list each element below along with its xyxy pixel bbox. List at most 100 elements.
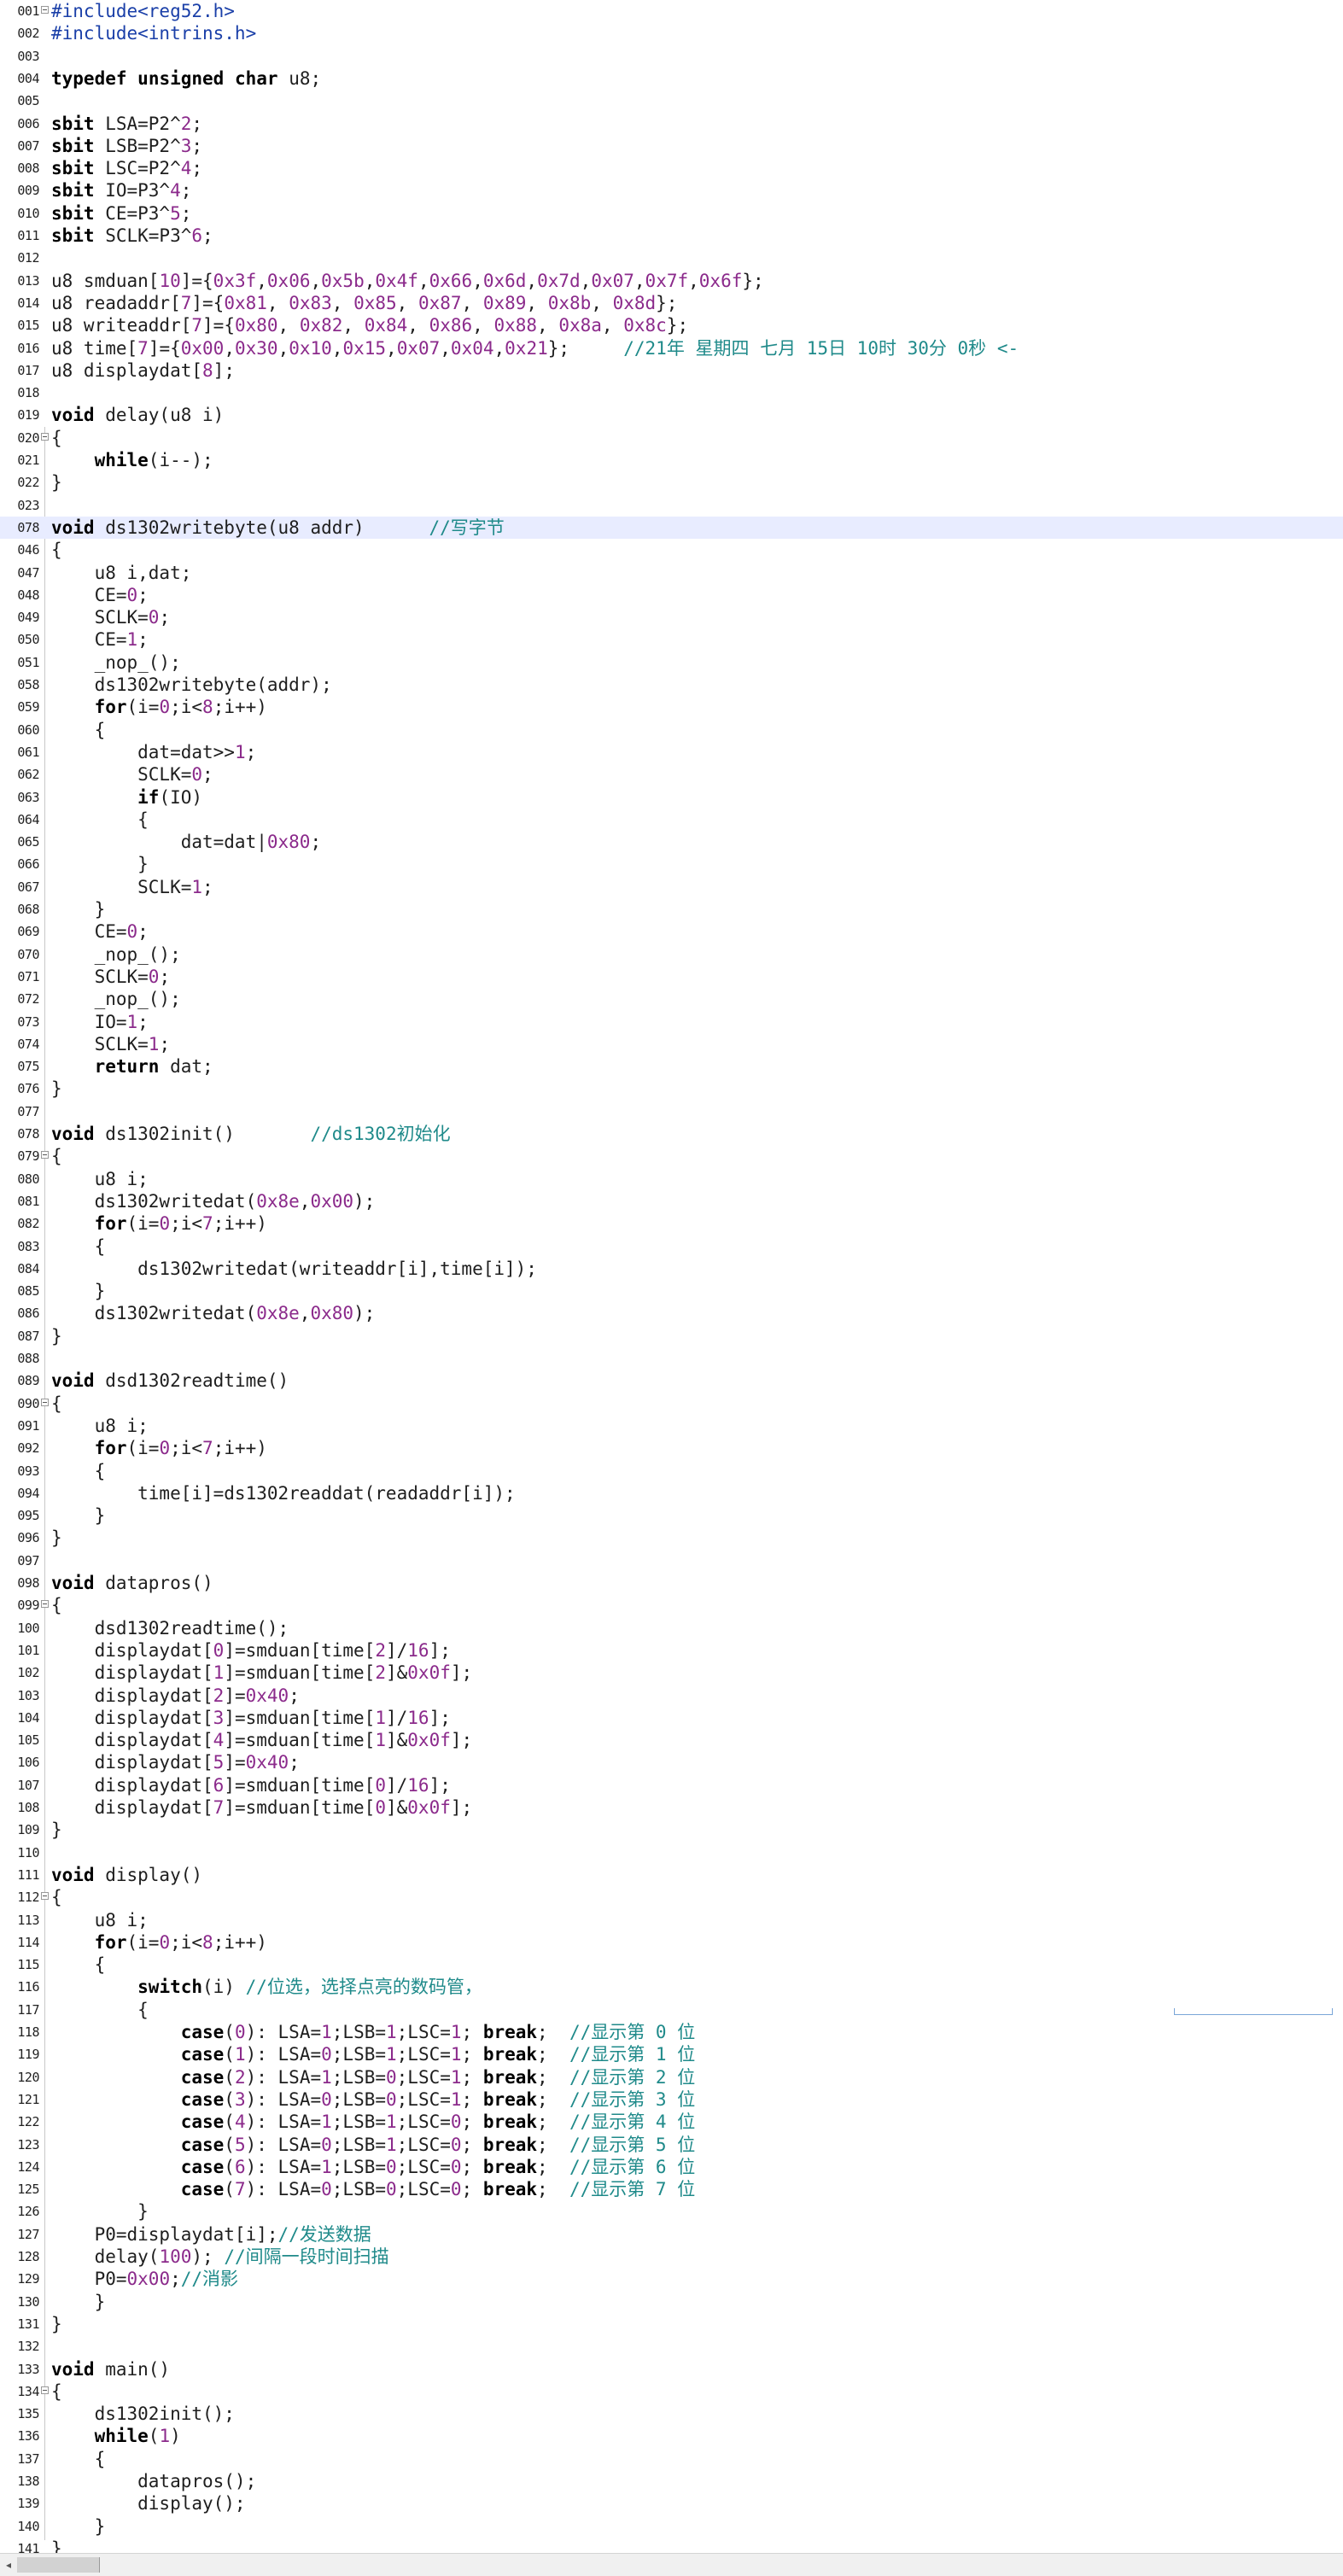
code-line[interactable]: 107 displaydat[6]=smduan[time[0]/16]; bbox=[0, 1774, 1343, 1796]
code-line[interactable]: 061 dat=dat>>1; bbox=[0, 741, 1343, 763]
fold-toggle-icon[interactable] bbox=[41, 1886, 50, 1908]
code-line[interactable]: 017 u8 displaydat[8]; bbox=[0, 359, 1343, 382]
code-line[interactable]: 099 { bbox=[0, 1594, 1343, 1616]
code-line[interactable]: 004 typedef unsigned char u8; bbox=[0, 67, 1343, 90]
code-line[interactable]: 075 return dat; bbox=[0, 1055, 1343, 1078]
code-line[interactable]: 009 sbit IO=P3^4; bbox=[0, 179, 1343, 202]
code-editor[interactable]: 001 #include<reg52.h> 002 #include<intrins.… bbox=[0, 0, 1343, 2559]
code-line[interactable]: 125 case(7): LSA=0;LSB=0;LSC=0; break; /… bbox=[0, 2178, 1343, 2200]
code-line[interactable]: 102 displaydat[1]=smduan[time[2]&0x0f]; bbox=[0, 1662, 1343, 1684]
code-line[interactable]: 122 case(4): LSA=1;LSB=1;LSC=0; break; /… bbox=[0, 2111, 1343, 2133]
code-line[interactable]: 133 void main() bbox=[0, 2358, 1343, 2380]
code-line[interactable]: 098 void datapros() bbox=[0, 1572, 1343, 1594]
code-line[interactable]: 050 CE=1; bbox=[0, 628, 1343, 651]
code-line[interactable]: 006 sbit LSA=P2^2; bbox=[0, 113, 1343, 135]
code-line[interactable]: 138 datapros(); bbox=[0, 2470, 1343, 2492]
code-line[interactable]: 078 void ds1302init() //ds1302初始化 bbox=[0, 1123, 1343, 1145]
code-line[interactable]: 019 void delay(u8 i) bbox=[0, 404, 1343, 426]
code-line[interactable]: 115 { bbox=[0, 1954, 1343, 1976]
code-line[interactable]: 134 { bbox=[0, 2380, 1343, 2403]
code-line[interactable]: 090 { bbox=[0, 1393, 1343, 1415]
code-line[interactable]: 127 P0=displaydat[i];//发送数据 bbox=[0, 2223, 1343, 2246]
code-line[interactable]: 003 bbox=[0, 45, 1343, 67]
code-line[interactable]: 137 { bbox=[0, 2448, 1343, 2470]
code-line[interactable]: 023 bbox=[0, 494, 1343, 517]
code-line[interactable]: 059 for(i=0;i<8;i++) bbox=[0, 696, 1343, 718]
code-line[interactable]: 016 u8 time[7]={0x00,0x30,0x10,0x15,0x07,… bbox=[0, 337, 1343, 359]
code-line[interactable]: 002 #include<intrins.h> bbox=[0, 22, 1343, 44]
code-line[interactable]: 058 ds1302writebyte(addr); bbox=[0, 674, 1343, 696]
fold-toggle-icon[interactable] bbox=[41, 1145, 50, 1167]
code-line[interactable]: 076} bbox=[0, 1078, 1343, 1100]
code-line[interactable]: 074 SCLK=1; bbox=[0, 1033, 1343, 1055]
code-line[interactable]: 077 bbox=[0, 1101, 1343, 1123]
code-line[interactable]: 089 void dsd1302readtime() bbox=[0, 1370, 1343, 1392]
code-line[interactable]: 046 { bbox=[0, 539, 1343, 561]
code-line[interactable]: 113 u8 i; bbox=[0, 1909, 1343, 1931]
code-line[interactable]: 139 display(); bbox=[0, 2492, 1343, 2515]
code-line[interactable]: 078 void ds1302writebyte(u8 addr) //写字节 bbox=[0, 516, 1343, 540]
horizontal-scrollbar[interactable]: ◂ bbox=[0, 2553, 1343, 2576]
code-line[interactable]: 066 } bbox=[0, 853, 1343, 875]
scroll-left-icon[interactable]: ◂ bbox=[2, 2557, 15, 2573]
code-line[interactable]: 086 ds1302writedat(0x8e,0x80); bbox=[0, 1302, 1343, 1324]
code-line[interactable]: 063 if(IO) bbox=[0, 786, 1343, 809]
code-line[interactable]: 048 CE=0; bbox=[0, 584, 1343, 606]
code-line[interactable]: 082 for(i=0;i<7;i++) bbox=[0, 1212, 1343, 1235]
code-line[interactable]: 012 bbox=[0, 247, 1343, 269]
code-line[interactable]: 132 bbox=[0, 2335, 1343, 2357]
code-line[interactable]: 124 case(6): LSA=1;LSB=0;LSC=0; break; /… bbox=[0, 2156, 1343, 2178]
code-line[interactable]: 014 u8 readaddr[7]={0x81, 0x83, 0x85, 0x8… bbox=[0, 292, 1343, 314]
code-line[interactable]: 085 } bbox=[0, 1280, 1343, 1302]
code-line[interactable]: 119 case(1): LSA=0;LSB=1;LSC=1; break; /… bbox=[0, 2043, 1343, 2065]
code-line[interactable]: 116 switch(i) //位选，选择点亮的数码管， bbox=[0, 1976, 1343, 1998]
code-line[interactable]: 123 case(5): LSA=0;LSB=1;LSC=0; break; /… bbox=[0, 2134, 1343, 2156]
code-line[interactable]: 079 { bbox=[0, 1145, 1343, 1167]
code-line[interactable]: 020 { bbox=[0, 427, 1343, 449]
code-line[interactable]: 011 sbit SCLK=P3^6; bbox=[0, 225, 1343, 247]
code-line[interactable]: 121 case(3): LSA=0;LSB=0;LSC=1; break; /… bbox=[0, 2088, 1343, 2111]
code-line[interactable]: 067 SCLK=1; bbox=[0, 876, 1343, 898]
code-line[interactable]: 072 _nop_(); bbox=[0, 988, 1343, 1010]
fold-toggle-icon[interactable] bbox=[41, 1393, 50, 1415]
code-line[interactable]: 110 bbox=[0, 1842, 1343, 1864]
code-line[interactable]: 128 delay(100); //间隔一段时间扫描 bbox=[0, 2246, 1343, 2268]
code-line[interactable]: 083 { bbox=[0, 1235, 1343, 1258]
code-line[interactable]: 101 displaydat[0]=smduan[time[2]/16]; bbox=[0, 1639, 1343, 1662]
code-line[interactable]: 060 { bbox=[0, 719, 1343, 741]
code-line[interactable]: 088 bbox=[0, 1347, 1343, 1370]
code-line[interactable]: 117 { bbox=[0, 1999, 1343, 2021]
code-line[interactable]: 051 _nop_(); bbox=[0, 651, 1343, 674]
code-line[interactable]: 136 while(1) bbox=[0, 2425, 1343, 2447]
code-line[interactable]: 022} bbox=[0, 471, 1343, 494]
code-line[interactable]: 092 for(i=0;i<7;i++) bbox=[0, 1437, 1343, 1459]
code-line[interactable]: 109} bbox=[0, 1819, 1343, 1841]
code-line[interactable]: 010 sbit CE=P3^5; bbox=[0, 202, 1343, 225]
code-line[interactable]: 064 { bbox=[0, 809, 1343, 831]
code-line[interactable]: 120 case(2): LSA=1;LSB=0;LSC=1; break; /… bbox=[0, 2066, 1343, 2088]
code-line[interactable]: 069 CE=0; bbox=[0, 920, 1343, 943]
code-line[interactable]: 097 bbox=[0, 1550, 1343, 1572]
code-line[interactable]: 068 } bbox=[0, 898, 1343, 920]
code-line[interactable]: 021 while(i--); bbox=[0, 449, 1343, 471]
code-line[interactable]: 073 IO=1; bbox=[0, 1011, 1343, 1033]
code-line[interactable]: 091 u8 i; bbox=[0, 1415, 1343, 1437]
code-line[interactable]: 130 } bbox=[0, 2291, 1343, 2313]
code-line[interactable]: 111 void display() bbox=[0, 1864, 1343, 1886]
code-line[interactable]: 084 ds1302writedat(writeaddr[i],time[i])… bbox=[0, 1258, 1343, 1280]
code-line[interactable]: 005 bbox=[0, 90, 1343, 112]
code-line[interactable]: 135 ds1302init(); bbox=[0, 2403, 1343, 2425]
code-line[interactable]: 087} bbox=[0, 1325, 1343, 1347]
code-line[interactable]: 112 { bbox=[0, 1886, 1343, 1908]
code-line[interactable]: 062 SCLK=0; bbox=[0, 763, 1343, 786]
code-line[interactable]: 080 u8 i; bbox=[0, 1168, 1343, 1190]
code-line[interactable]: 105 displaydat[4]=smduan[time[1]&0x0f]; bbox=[0, 1729, 1343, 1751]
code-line[interactable]: 047 u8 i,dat; bbox=[0, 562, 1343, 584]
code-line[interactable]: 114 for(i=0;i<8;i++) bbox=[0, 1931, 1343, 1954]
code-line[interactable]: 093 { bbox=[0, 1460, 1343, 1482]
code-line[interactable]: 018 bbox=[0, 382, 1343, 404]
code-line[interactable]: 140 } bbox=[0, 2515, 1343, 2538]
code-line[interactable]: 131} bbox=[0, 2313, 1343, 2335]
code-line[interactable]: 096} bbox=[0, 1527, 1343, 1549]
code-line[interactable]: 007 sbit LSB=P2^3; bbox=[0, 135, 1343, 157]
